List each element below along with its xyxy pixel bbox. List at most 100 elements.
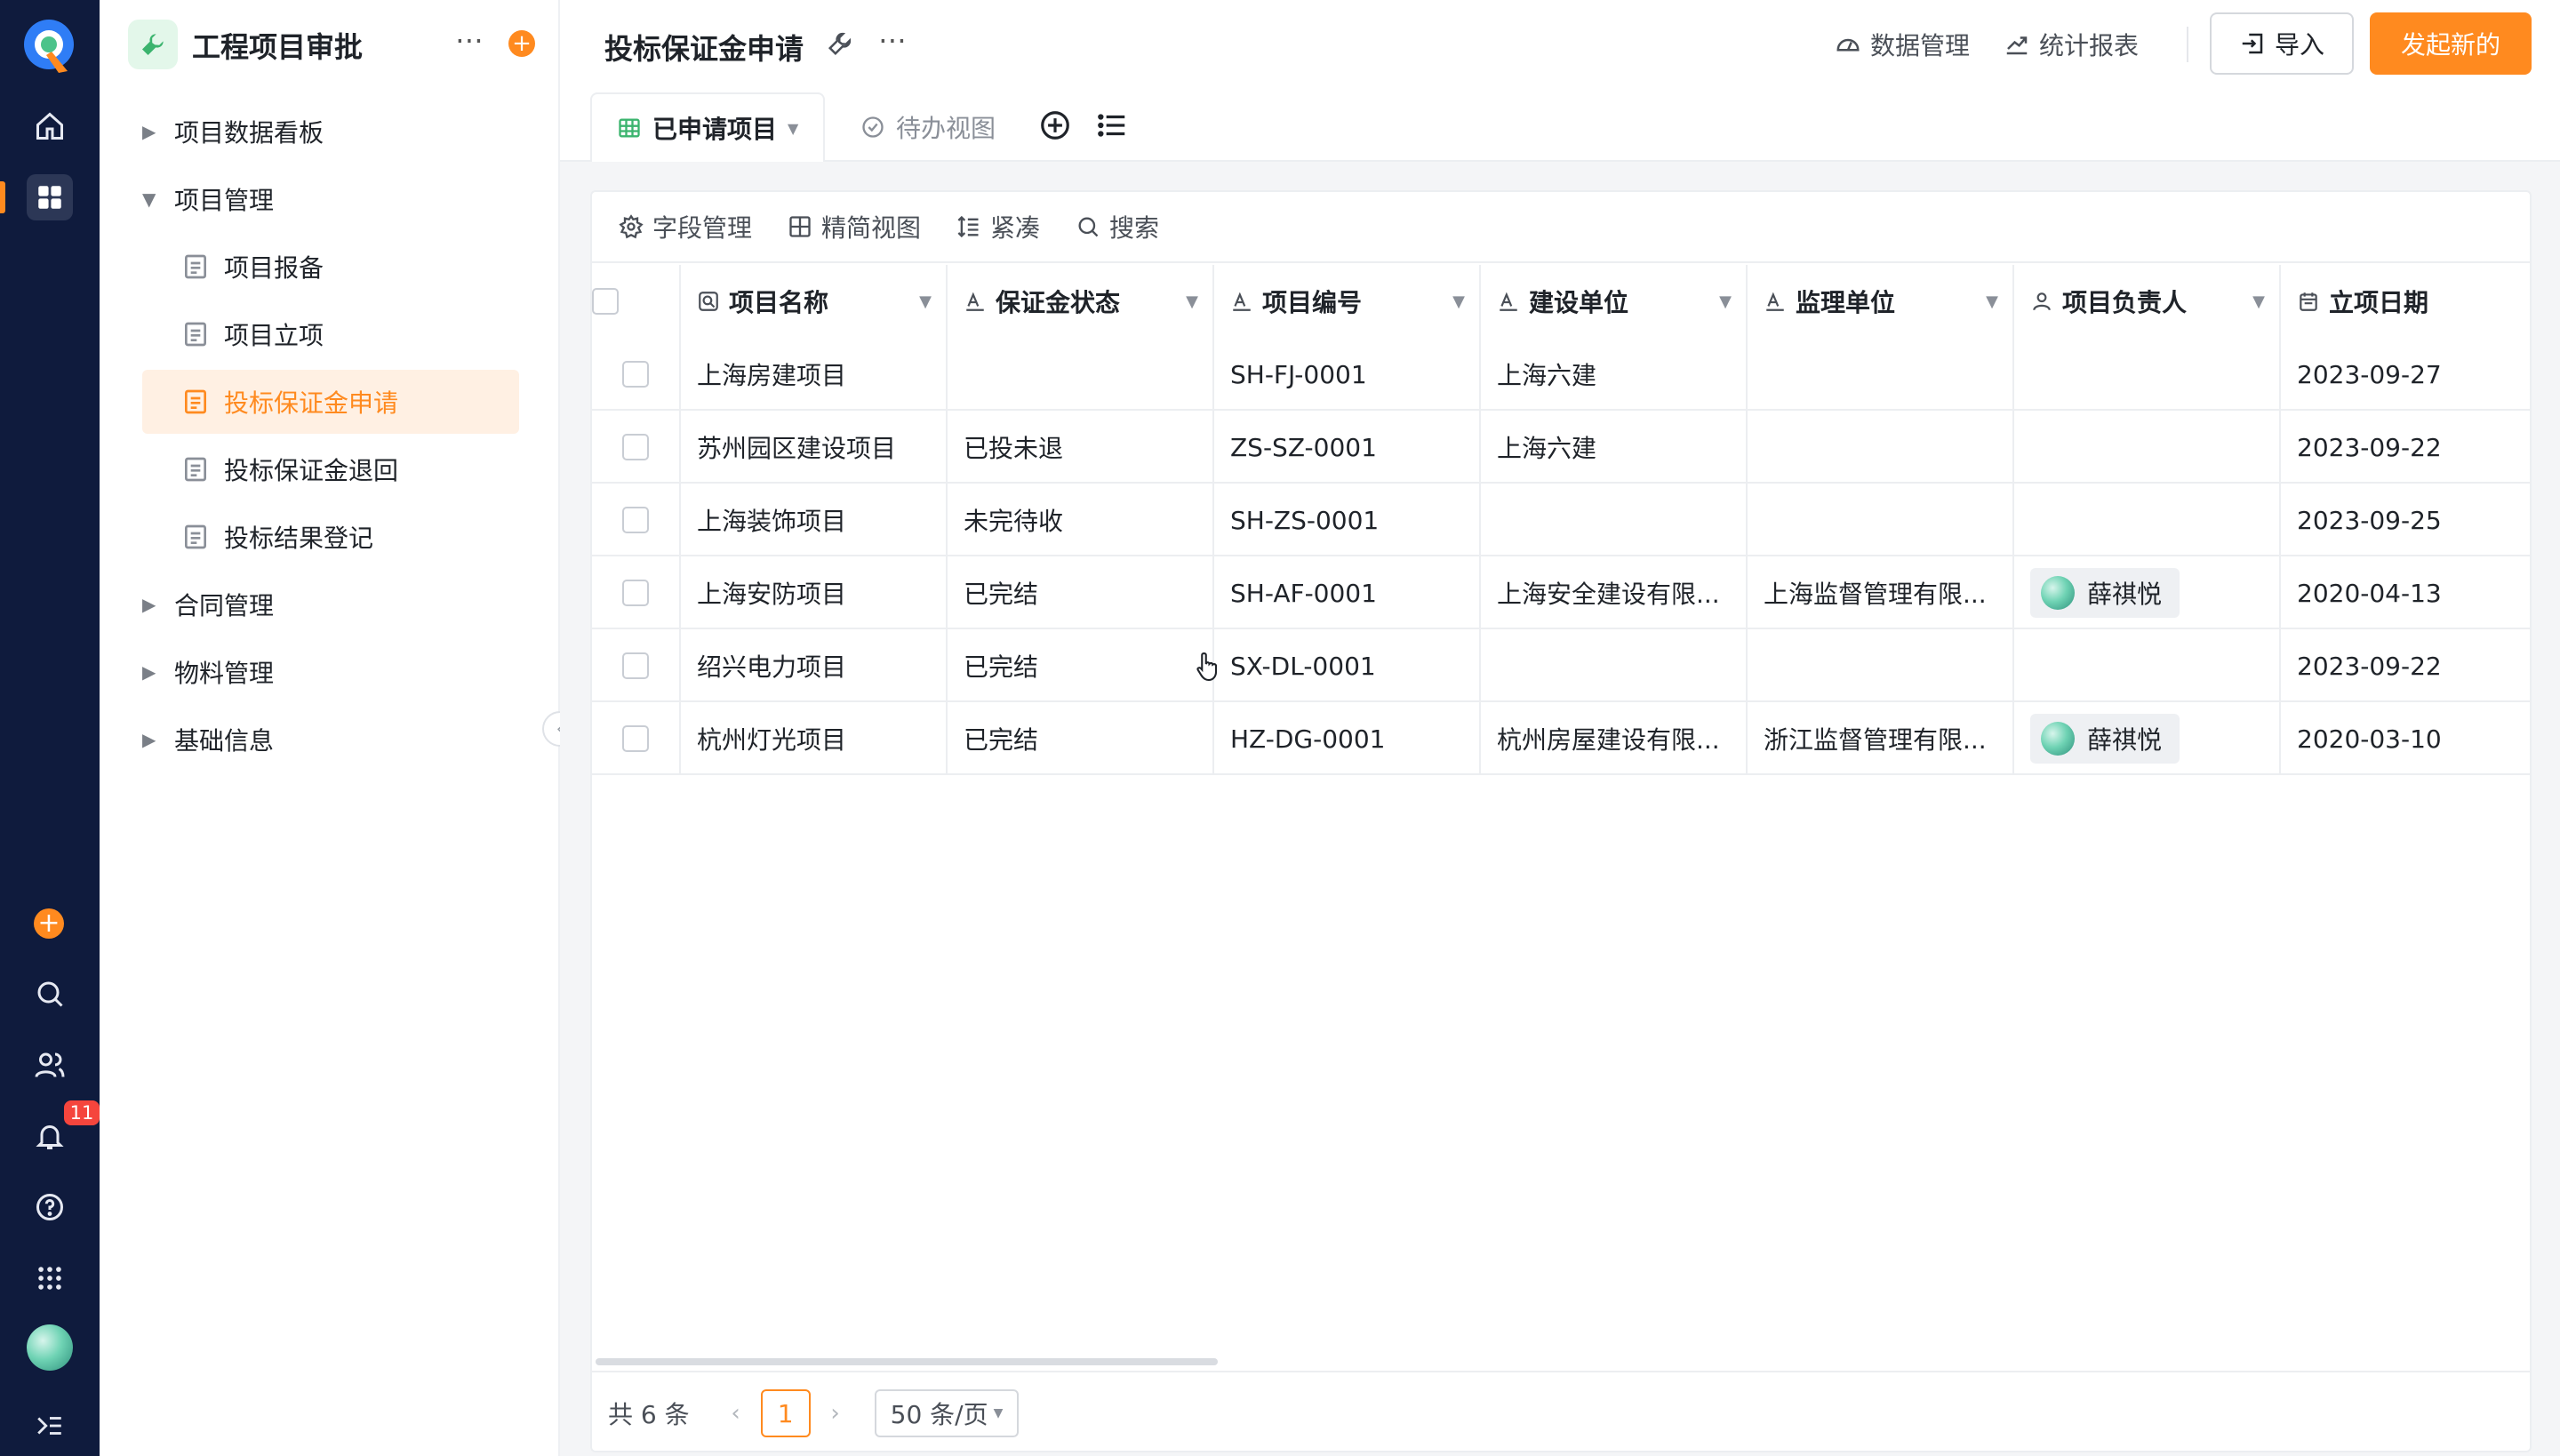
- cell-project-owner[interactable]: 薛祺悦: [2014, 556, 2281, 629]
- contacts-icon[interactable]: [27, 1042, 73, 1088]
- compact-button[interactable]: 紧凑: [956, 209, 1040, 244]
- cell-project-name[interactable]: 上海安防项目: [681, 556, 948, 629]
- home-icon[interactable]: [27, 103, 73, 149]
- cell-approval-date[interactable]: 2020-03-10: [2281, 702, 2530, 775]
- cell-project-code[interactable]: SX-DL-0001: [1214, 629, 1481, 702]
- column-header-construction-unit[interactable]: 建设单位 ▼: [1481, 265, 1748, 338]
- settings-wrench-icon[interactable]: [827, 30, 853, 57]
- column-menu-caret-icon[interactable]: ▼: [1986, 292, 1998, 311]
- view-list-icon[interactable]: [1095, 108, 1129, 142]
- cell-supervision-unit[interactable]: 浙江监督管理有限...: [1748, 702, 2014, 775]
- data-manage-link[interactable]: 数据管理: [1835, 27, 1970, 62]
- search-icon[interactable]: [27, 971, 73, 1017]
- person-tag[interactable]: 薛祺悦: [2030, 568, 2180, 618]
- tab-applied-projects[interactable]: 已申请项目 ▼: [590, 92, 826, 164]
- cell-project-code[interactable]: SH-FJ-0001: [1214, 338, 1481, 411]
- table-row[interactable]: 苏州园区建设项目 已投未退 ZS-SZ-0001 上海六建 2023-09-22: [592, 411, 2530, 484]
- table-row[interactable]: 上海房建项目 SH-FJ-0001 上海六建 2023-09-27: [592, 338, 2530, 411]
- row-checkbox[interactable]: [622, 507, 649, 533]
- next-page-icon[interactable]: ›: [818, 1400, 853, 1427]
- page-size-select[interactable]: 50 条/页 ▼: [874, 1389, 1020, 1437]
- sidebar-item-bid-deposit-application[interactable]: 投标保证金申请: [142, 370, 519, 434]
- cell-project-owner[interactable]: [2014, 338, 2281, 411]
- sidebar-item-basic-info[interactable]: ▶ 基础信息: [142, 708, 519, 772]
- cell-project-name[interactable]: 绍兴电力项目: [681, 629, 948, 702]
- avatar[interactable]: [27, 1324, 73, 1371]
- cell-project-owner[interactable]: [2014, 411, 2281, 484]
- sidebar-item-project-filing[interactable]: 项目报备: [142, 235, 519, 299]
- cell-construction-unit[interactable]: 上海六建: [1481, 411, 1748, 484]
- apps-grid-icon[interactable]: [27, 174, 73, 220]
- more-icon[interactable]: ⋯: [455, 23, 485, 57]
- cell-supervision-unit[interactable]: [1748, 338, 2014, 411]
- row-checkbox[interactable]: [622, 434, 649, 460]
- row-checkbox[interactable]: [622, 725, 649, 752]
- sidebar-item-project-management[interactable]: ▼ 项目管理: [142, 167, 519, 231]
- cell-construction-unit[interactable]: [1481, 629, 1748, 702]
- cell-supervision-unit[interactable]: [1748, 411, 2014, 484]
- sidebar-item-bid-deposit-return[interactable]: 投标保证金退回: [142, 437, 519, 501]
- column-menu-caret-icon[interactable]: ▼: [1186, 292, 1198, 311]
- more-icon[interactable]: ⋯: [878, 23, 907, 57]
- column-header-project-code[interactable]: 项目编号 ▼: [1214, 265, 1481, 338]
- row-checkbox[interactable]: [622, 580, 649, 606]
- column-header-project-name[interactable]: 项目名称 ▼: [681, 265, 948, 338]
- sidebar-item-contract-management[interactable]: ▶ 合同管理: [142, 572, 519, 636]
- field-manage-button[interactable]: 字段管理: [619, 209, 752, 244]
- prev-page-icon[interactable]: ‹: [718, 1400, 754, 1427]
- expand-icon[interactable]: [27, 1403, 73, 1449]
- cell-deposit-status[interactable]: 已完结: [948, 629, 1214, 702]
- sidebar-item-project-approval[interactable]: 项目立项: [142, 302, 519, 366]
- cell-project-name[interactable]: 上海房建项目: [681, 338, 948, 411]
- app-launcher-icon[interactable]: [27, 1255, 73, 1301]
- cell-approval-date[interactable]: 2023-09-25: [2281, 484, 2530, 556]
- cell-approval-date[interactable]: 2020-04-13: [2281, 556, 2530, 629]
- row-checkbox[interactable]: [622, 652, 649, 679]
- row-checkbox[interactable]: [622, 361, 649, 388]
- cell-supervision-unit[interactable]: 上海监督管理有限...: [1748, 556, 2014, 629]
- column-header-deposit-status[interactable]: 保证金状态 ▼: [948, 265, 1214, 338]
- add-view-icon[interactable]: [1038, 108, 1072, 142]
- column-header-approval-date[interactable]: 立项日期: [2281, 265, 2530, 338]
- table-row[interactable]: 绍兴电力项目 已完结 SX-DL-0001 2023-09-22: [592, 629, 2530, 702]
- help-icon[interactable]: [27, 1184, 73, 1230]
- new-record-button[interactable]: 发起新的: [2370, 12, 2532, 75]
- add-page-button[interactable]: +: [508, 30, 535, 57]
- cell-project-owner[interactable]: 薛祺悦: [2014, 702, 2281, 775]
- cell-project-code[interactable]: ZS-SZ-0001: [1214, 411, 1481, 484]
- cell-project-code[interactable]: HZ-DG-0001: [1214, 702, 1481, 775]
- table-row[interactable]: 上海安防项目 已完结 SH-AF-0001 上海安全建设有限... 上海监督管理有限..…: [592, 556, 2530, 629]
- horizontal-scrollbar[interactable]: [596, 1358, 1218, 1365]
- table-row[interactable]: 上海装饰项目 未完待收 SH-ZS-0001 2023-09-25: [592, 484, 2530, 556]
- cell-project-name[interactable]: 上海装饰项目: [681, 484, 948, 556]
- select-all-checkbox[interactable]: [592, 288, 619, 315]
- cell-construction-unit[interactable]: 上海安全建设有限...: [1481, 556, 1748, 629]
- cell-deposit-status[interactable]: 已完结: [948, 556, 1214, 629]
- sidebar-item-material-management[interactable]: ▶ 物料管理: [142, 640, 519, 704]
- import-button[interactable]: 导入: [2210, 12, 2354, 75]
- column-menu-caret-icon[interactable]: ▼: [1719, 292, 1732, 311]
- cell-project-name[interactable]: 苏州园区建设项目: [681, 411, 948, 484]
- cell-construction-unit[interactable]: 杭州房屋建设有限...: [1481, 702, 1748, 775]
- cell-deposit-status[interactable]: 未完待收: [948, 484, 1214, 556]
- cell-project-owner[interactable]: [2014, 629, 2281, 702]
- column-menu-caret-icon[interactable]: ▼: [1452, 292, 1465, 311]
- cell-deposit-status[interactable]: 已投未退: [948, 411, 1214, 484]
- person-tag[interactable]: 薛祺悦: [2030, 714, 2180, 764]
- cell-deposit-status[interactable]: [948, 338, 1214, 411]
- cell-construction-unit[interactable]: [1481, 484, 1748, 556]
- search-button[interactable]: 搜索: [1076, 209, 1159, 244]
- column-menu-caret-icon[interactable]: ▼: [2252, 292, 2265, 311]
- stats-report-link[interactable]: 统计报表: [2004, 27, 2139, 62]
- caret-down-icon[interactable]: ▼: [788, 120, 798, 137]
- cell-approval-date[interactable]: 2023-09-27: [2281, 338, 2530, 411]
- add-icon[interactable]: +: [34, 908, 64, 939]
- app-logo[interactable]: [20, 16, 78, 78]
- column-header-supervision-unit[interactable]: 监理单位 ▼: [1748, 265, 2014, 338]
- column-menu-caret-icon[interactable]: ▼: [919, 292, 932, 311]
- cell-approval-date[interactable]: 2023-09-22: [2281, 411, 2530, 484]
- cell-project-name[interactable]: 杭州灯光项目: [681, 702, 948, 775]
- table-row[interactable]: 杭州灯光项目 已完结 HZ-DG-0001 杭州房屋建设有限... 浙江监督管理有限..…: [592, 702, 2530, 775]
- cell-project-code[interactable]: SH-AF-0001: [1214, 556, 1481, 629]
- tab-todo-view[interactable]: 待办视图: [836, 92, 1020, 162]
